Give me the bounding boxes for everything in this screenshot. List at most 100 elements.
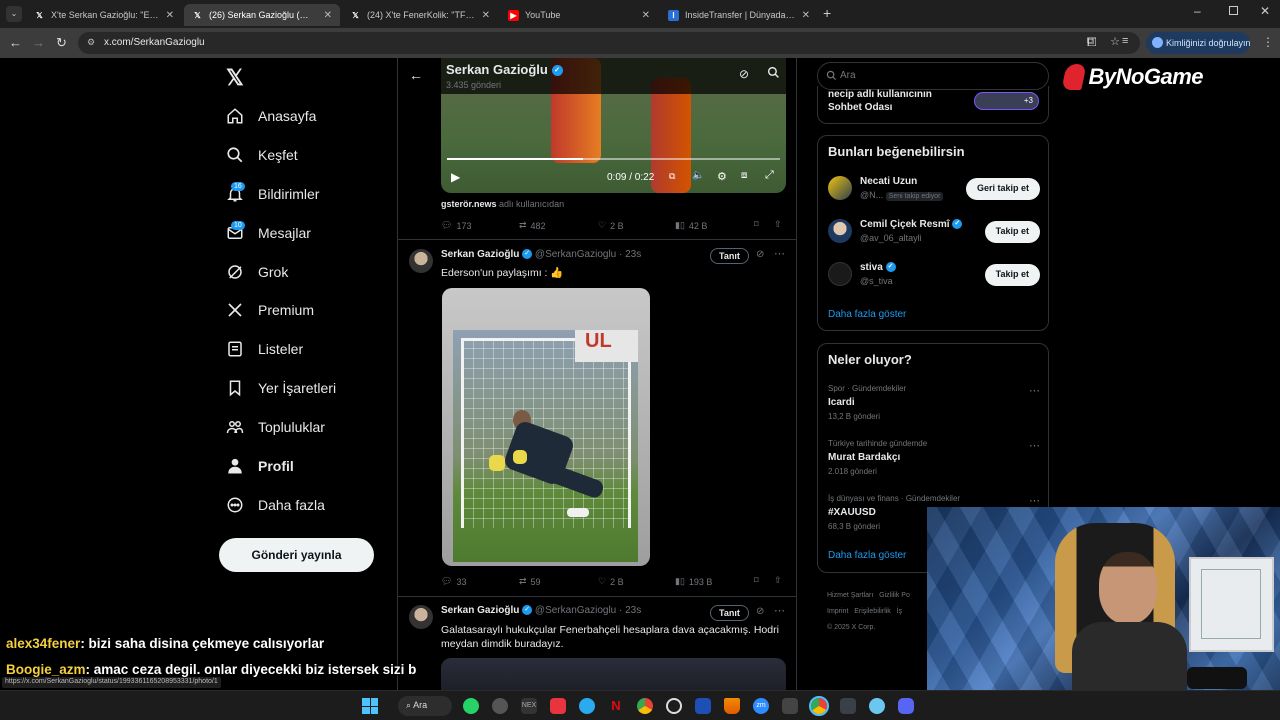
retweet-button[interactable]: ⇄ 59 bbox=[519, 576, 541, 587]
avatar[interactable] bbox=[409, 249, 433, 273]
nav-premium[interactable]: Premium bbox=[226, 295, 314, 325]
search-icon[interactable] bbox=[767, 66, 780, 84]
netflix-icon[interactable]: N bbox=[608, 698, 624, 714]
video-progress-track[interactable] bbox=[447, 158, 780, 160]
views-button[interactable]: ▮▯ 193 B bbox=[675, 576, 712, 587]
more-options-icon[interactable]: ⋯ bbox=[774, 247, 785, 260]
show-more-link[interactable]: Daha fazla göster bbox=[828, 309, 906, 320]
chrome-profile-icon[interactable] bbox=[809, 696, 829, 716]
telegram-icon[interactable] bbox=[579, 698, 595, 714]
verify-identity-button[interactable]: Kimliğinizi doğrulayın bbox=[1146, 32, 1251, 54]
promote-button[interactable]: Tanıt bbox=[710, 605, 749, 621]
bookmark-button[interactable]: ⌑ bbox=[754, 219, 759, 230]
app-icon[interactable] bbox=[782, 698, 798, 714]
x-logo-icon[interactable]: 𝕏 bbox=[226, 65, 244, 91]
browser-tab-active[interactable]: 𝕏 (26) Serkan Gazioğlu (@Serkan ✕ bbox=[184, 4, 340, 26]
reply-button[interactable]: 💬︎ 33 bbox=[441, 576, 466, 587]
back-arrow-icon[interactable]: ← bbox=[409, 67, 423, 83]
trend-item[interactable]: Spor · Gündemdekiler ⋯ Icardi 13,2 B gön… bbox=[818, 382, 1050, 426]
pip-icon[interactable]: ⧈ bbox=[741, 170, 747, 181]
follow-button[interactable]: Takip et bbox=[984, 221, 1040, 243]
back-icon[interactable]: ← bbox=[9, 35, 22, 50]
captions-icon[interactable]: ⧉ bbox=[669, 171, 675, 182]
close-tab-icon[interactable]: ✕ bbox=[166, 10, 174, 21]
grok-icon[interactable]: ⊘ bbox=[756, 249, 764, 260]
play-icon[interactable]: ▶ bbox=[451, 170, 460, 184]
app-icon[interactable] bbox=[869, 698, 885, 714]
tab-list-button[interactable]: ⌄ bbox=[6, 6, 22, 22]
app-icon[interactable] bbox=[695, 698, 711, 714]
reload-icon[interactable]: ↻ bbox=[56, 35, 67, 51]
site-info-icon[interactable]: ⚙ bbox=[87, 37, 95, 48]
vlc-icon[interactable] bbox=[724, 698, 740, 714]
nav-communities[interactable]: Topluluklar bbox=[226, 412, 325, 442]
suggestion-row[interactable]: Cemil Çiçek Resmî ✓ @av_06_altayli Takip… bbox=[818, 217, 1050, 255]
share-button[interactable]: ⇧ bbox=[774, 219, 782, 230]
fullscreen-icon[interactable]: ⤢ bbox=[765, 169, 774, 182]
more-options-icon[interactable]: ⋯ bbox=[1029, 439, 1040, 452]
grok-icon[interactable]: ⊘ bbox=[739, 67, 749, 81]
forward-icon[interactable]: → bbox=[32, 35, 45, 50]
nav-bookmarks[interactable]: Yer İşaretleri bbox=[226, 373, 336, 403]
like-button[interactable]: ♡ 2 B bbox=[598, 576, 624, 587]
close-tab-icon[interactable]: ✕ bbox=[324, 10, 332, 21]
taskbar-search[interactable]: ⌕ Ara bbox=[398, 696, 452, 716]
grok-icon[interactable]: ⊘ bbox=[756, 606, 764, 617]
windows-start-icon[interactable] bbox=[362, 698, 378, 714]
browser-tab[interactable]: I InsideTransfer | Dünyadan Son ✕ bbox=[660, 4, 818, 26]
nav-lists[interactable]: Listeler bbox=[226, 334, 303, 364]
more-options-icon[interactable]: ⋯ bbox=[1029, 384, 1040, 397]
browser-menu-icon[interactable]: ⋮ bbox=[1262, 35, 1274, 49]
nav-more[interactable]: Daha fazla bbox=[226, 490, 325, 520]
app-icon[interactable] bbox=[550, 698, 566, 714]
suggestion-row[interactable]: stiva ✓ @s_tiva Takip et bbox=[818, 260, 1050, 298]
settings-gear-icon[interactable]: ⚙ bbox=[717, 170, 727, 183]
like-button[interactable]: ♡ 2 B bbox=[598, 220, 624, 231]
chrome-icon[interactable] bbox=[637, 698, 653, 714]
share-button[interactable]: ⇧ bbox=[774, 575, 782, 586]
app-icon[interactable]: NEX bbox=[521, 698, 537, 714]
discord-icon[interactable] bbox=[898, 698, 914, 714]
promote-button[interactable]: Tanıt bbox=[710, 248, 749, 264]
whatsapp-icon[interactable] bbox=[463, 698, 479, 714]
minimize-window-icon[interactable]: – bbox=[1194, 4, 1201, 18]
suggestion-row[interactable]: Necati Uzun @N... Seni takip ediyor Geri… bbox=[818, 174, 1050, 212]
nav-grok[interactable]: Grok bbox=[226, 257, 288, 287]
bookmark-star-icon[interactable]: ☆ bbox=[1110, 35, 1120, 48]
new-tab-icon[interactable]: + bbox=[823, 5, 831, 21]
more-options-icon[interactable]: ⋯ bbox=[774, 604, 785, 617]
follow-button[interactable]: Takip et bbox=[984, 264, 1040, 286]
follow-back-button[interactable]: Geri takip et bbox=[965, 178, 1040, 200]
nav-home[interactable]: Anasayfa bbox=[226, 101, 316, 131]
video-source[interactable]: gsterör.news adlı kullanıcıdan bbox=[441, 199, 564, 209]
restore-window-icon[interactable] bbox=[1229, 6, 1238, 15]
retweet-button[interactable]: ⇄ 482 bbox=[519, 220, 546, 231]
browser-tab[interactable]: 𝕏 (24) X'te FenerKolik: "TFF Tahkim ✕ bbox=[342, 4, 498, 26]
nav-explore[interactable]: Keşfet bbox=[226, 140, 298, 170]
space-card[interactable]: necip adlı kullanıcının Sohbet Odası +3 bbox=[817, 86, 1049, 124]
tweet-media-preview[interactable] bbox=[441, 658, 786, 690]
tweet-image[interactable]: UL bbox=[442, 288, 650, 566]
reply-button[interactable]: 💬︎ 173 bbox=[441, 220, 471, 231]
post-button[interactable]: Gönderi yayınla bbox=[219, 538, 374, 572]
show-more-link[interactable]: Daha fazla göster bbox=[828, 550, 906, 561]
nav-profile[interactable]: Profil bbox=[226, 451, 294, 481]
close-tab-icon[interactable]: ✕ bbox=[482, 10, 490, 21]
extensions-icon[interactable]: ⧠ bbox=[1087, 35, 1097, 50]
nav-notifications[interactable]: 16 Bildirimler bbox=[226, 179, 319, 209]
close-tab-icon[interactable]: ✕ bbox=[802, 10, 810, 21]
close-window-icon[interactable]: ✕ bbox=[1260, 4, 1270, 18]
zoom-icon[interactable]: zm bbox=[753, 698, 769, 714]
app-icon[interactable] bbox=[840, 698, 856, 714]
url-bar[interactable]: ⚙ x.com/SerkanGazioglu ⧉ ☆ bbox=[78, 32, 1140, 54]
close-tab-icon[interactable]: ✕ bbox=[642, 10, 650, 21]
browser-tab[interactable]: 𝕏 X'te Serkan Gazioğlu: "Ederson ✕ bbox=[26, 4, 182, 26]
bookmark-button[interactable]: ⌑ bbox=[754, 575, 759, 586]
app-icon[interactable] bbox=[492, 698, 508, 714]
media-controls-icon[interactable]: ≡ bbox=[1122, 35, 1128, 47]
more-options-icon[interactable]: ⋯ bbox=[1029, 494, 1040, 507]
nav-messages[interactable]: 10 Mesajlar bbox=[226, 218, 311, 248]
avatar[interactable] bbox=[409, 605, 433, 629]
space-avatars[interactable]: +3 bbox=[974, 92, 1039, 110]
browser-tab[interactable]: ▶ YouTube ✕ bbox=[500, 4, 658, 26]
